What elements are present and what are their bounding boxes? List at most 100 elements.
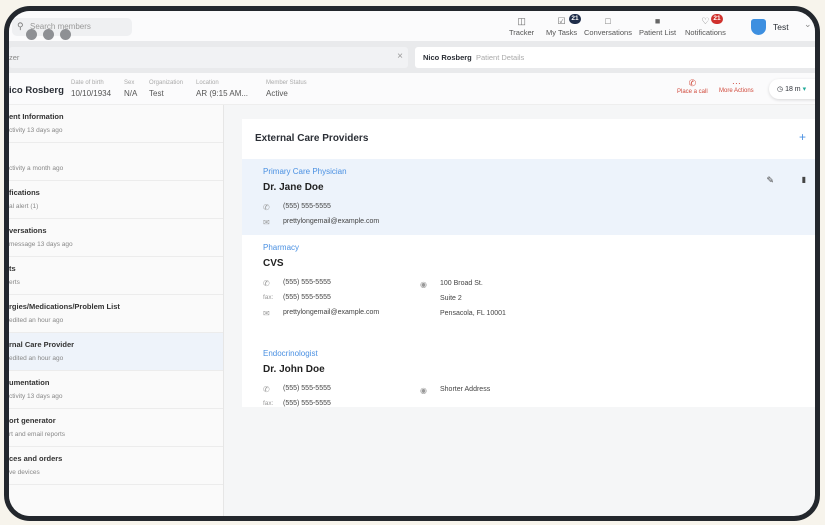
phone-icon: ✆	[263, 385, 270, 394]
provider-item[interactable]: Primary Care Physician Dr. Jane Doe ✆ (55…	[242, 159, 815, 235]
sidebar-item-selected[interactable]: rnal Care Provider edited an hour ago	[9, 333, 223, 371]
field-dob: Date of birth 10/10/1934	[71, 80, 111, 98]
sidebar-item[interactable]: fications al alert (1)	[9, 181, 223, 219]
phone-icon: ✆	[688, 78, 697, 88]
provider-item[interactable]: Pharmacy CVS ✆ (555) 555-5555 fax: (555) 5…	[242, 235, 815, 341]
search-placeholder: Search members	[30, 22, 91, 31]
nav-label: Conversations	[584, 28, 632, 37]
sidebar-item[interactable]: ort generator rt and email reports	[9, 409, 223, 447]
item-sub: al alert (1)	[9, 203, 39, 210]
item-title: ces and orders	[9, 454, 63, 463]
sidebar-item[interactable]: umentation ctivity 13 days ago	[9, 371, 223, 409]
tab-name: Nico Rosberg	[423, 53, 472, 62]
item-title: rnal Care Provider	[9, 340, 75, 349]
sidebar-item[interactable]: rgies/Medications/Problem List edited an …	[9, 295, 223, 333]
fax-label: fax:	[263, 400, 274, 407]
field-sex: Sex N/A	[124, 80, 137, 98]
field-label: Sex	[124, 80, 135, 86]
nav-label: My Tasks	[546, 28, 578, 37]
more-actions-label: More Actions	[719, 88, 754, 94]
app-window: ⚲ Search members ◫ Tracker ☑ My Tasks 21 □ C…	[4, 6, 820, 521]
place-call-label: Place a call	[677, 89, 708, 95]
provider-category: Pharmacy	[263, 243, 300, 252]
field-value: AR (9:15 AM...	[196, 89, 249, 98]
place-call-button[interactable]: ✆ Place a call	[677, 78, 708, 95]
sidebar-item[interactable]: ent Information ctivity 13 days ago	[9, 105, 223, 143]
sidebar-item[interactable]: ctivity a month ago	[9, 143, 223, 181]
phone-icon: ✆	[263, 203, 270, 212]
external-care-providers-card: External Care Providers + Primary Care Ph…	[242, 119, 815, 407]
caret-icon: ▾	[802, 86, 807, 93]
location-pin-icon: ◉	[420, 280, 427, 289]
item-sub: erts	[9, 279, 20, 286]
nav-label: Notifications	[685, 28, 726, 37]
item-title: umentation	[9, 378, 50, 387]
item-sub: ve devices	[9, 469, 40, 476]
field-value: Active	[266, 89, 288, 98]
more-icon: ···	[731, 78, 741, 88]
window-dot[interactable]	[43, 29, 54, 40]
item-title: ts	[9, 264, 16, 273]
provider-phone: (555) 555-5555	[283, 203, 331, 210]
provider-item[interactable]: Endocrinologist Dr. John Doe ✆ (555) 555-…	[242, 341, 815, 415]
notifications-badge: 21	[711, 14, 723, 24]
tab-patient-details[interactable]: Nico Rosberg Patient Details	[415, 47, 815, 68]
address-line: Suite 2	[440, 295, 462, 302]
user-name[interactable]: Test	[773, 22, 789, 32]
item-title: ent Information	[9, 112, 64, 121]
item-title: fications	[9, 188, 40, 197]
sidebar-item[interactable]: ts erts	[9, 257, 223, 295]
item-sub: message 13 days ago	[9, 241, 73, 248]
sidebar-item[interactable]: ces and orders ve devices	[9, 447, 223, 485]
field-location: Location AR (9:15 AM...	[196, 80, 248, 98]
location-pin-icon: ◉	[420, 386, 427, 395]
provider-fax: (555) 555-5555	[283, 294, 331, 301]
item-sub: edited an hour ago	[9, 355, 64, 362]
patient-header: ico Rosberg Date of birth 10/10/1934 Sex N…	[9, 73, 815, 105]
add-provider-button[interactable]: +	[799, 130, 806, 144]
nav-label: Tracker	[509, 28, 535, 37]
provider-address: ◉ Shorter Address	[420, 386, 490, 401]
tracker-icon: ◫	[517, 16, 526, 26]
fax-label: fax:	[263, 294, 274, 301]
provider-email: prettylongemail@example.com	[283, 218, 380, 225]
nav-tracker[interactable]: ◫ Tracker	[509, 16, 534, 37]
top-bar: ⚲ Search members ◫ Tracker ☑ My Tasks 21 □ C…	[9, 11, 815, 41]
tab-label: zer	[9, 53, 20, 62]
window-dot[interactable]	[60, 29, 71, 40]
delete-icon[interactable]: ▮	[802, 175, 806, 184]
item-sub: rt and email reports	[9, 431, 65, 438]
field-label: Organization	[149, 80, 184, 86]
search-icon: ⚲	[17, 21, 24, 31]
timer-button[interactable]: ◷ 18 m ▾	[769, 79, 815, 99]
provider-fax: (555) 555-5555	[283, 400, 331, 407]
item-title: versations	[9, 226, 47, 235]
clock-icon: ◷	[777, 86, 784, 93]
patient-name: ico Rosberg	[9, 85, 64, 96]
sidebar: ent Information ctivity 13 days ago ctivi…	[9, 105, 224, 516]
provider-name: Dr. John Doe	[263, 364, 325, 375]
field-organization: Organization Test	[149, 80, 183, 98]
provider-phone: (555) 555-5555	[283, 279, 331, 286]
item-title: rgies/Medications/Problem List	[9, 302, 120, 311]
nav-patient-list[interactable]: ■ Patient List	[639, 16, 676, 37]
field-value: Test	[149, 89, 164, 98]
card-header: External Care Providers +	[242, 119, 815, 159]
nav-conversations[interactable]: □ Conversations	[584, 16, 632, 37]
patient-list-icon: ■	[654, 16, 661, 26]
item-title: ort generator	[9, 416, 56, 425]
field-status: Member Status Active	[266, 80, 307, 98]
sidebar-item[interactable]: versations message 13 days ago	[9, 219, 223, 257]
provider-name: Dr. Jane Doe	[263, 182, 324, 193]
item-title	[9, 150, 223, 159]
address-line: Shorter Address	[440, 386, 491, 393]
chevron-down-icon[interactable]: ⌄	[804, 19, 812, 30]
window-dot[interactable]	[26, 29, 37, 40]
edit-icon[interactable]: ✎	[766, 175, 774, 186]
address-line: Pensacola, FL 10001	[440, 310, 506, 317]
tab-left[interactable]: zer ×	[9, 47, 408, 68]
close-icon[interactable]: ×	[397, 51, 403, 62]
field-value: N/A	[124, 89, 138, 98]
more-actions-button[interactable]: ··· More Actions	[719, 78, 754, 94]
provider-address: ◉ 100 Broad St. Suite 2 Pensacola, FL 100…	[420, 280, 506, 325]
